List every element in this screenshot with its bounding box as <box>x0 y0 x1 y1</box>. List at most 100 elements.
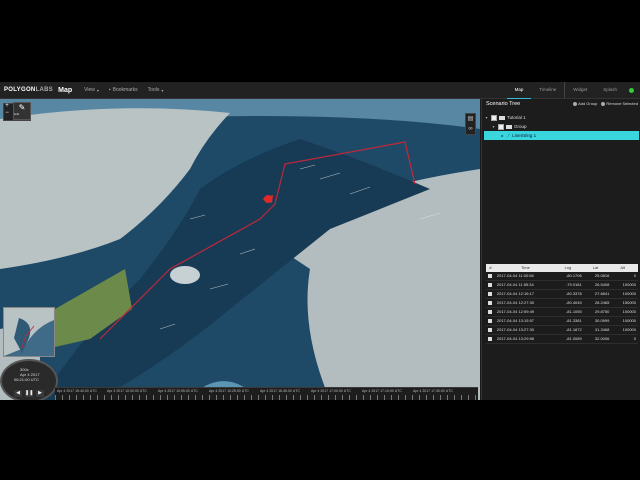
zoom-in-button[interactable]: + <box>3 103 11 109</box>
table-cell: 27.6841 <box>594 291 610 296</box>
table-cell: 2017-04-04 12:27:30 <box>496 300 535 305</box>
zoom-out-button[interactable]: − <box>3 110 11 116</box>
table-header: # Time Lng Lat Alt <box>486 264 638 272</box>
link-icon[interactable]: ∞ <box>466 124 475 134</box>
row-checkbox[interactable] <box>486 335 495 343</box>
checkbox-icon[interactable] <box>488 273 493 278</box>
checkbox-icon[interactable] <box>488 291 493 296</box>
row-checkbox[interactable] <box>486 326 495 334</box>
scenario-tree: ▾ Tutorial 1 ▾ Group ▸ ⟋ LineString 1 <box>484 113 639 140</box>
remove-icon <box>601 101 606 106</box>
table-cell: 100000 <box>622 327 636 332</box>
table-cell: 2017-04-04 11:55:34 <box>496 282 534 287</box>
tree-item-group[interactable]: ▾ Group <box>484 122 639 131</box>
timeline-label: Apr 4 2017 10:25:00 UTC <box>209 389 249 393</box>
table-cell: 32.0006 <box>594 336 610 341</box>
map-canvas <box>0 99 480 400</box>
pencil-icon: ✎ <box>18 103 26 112</box>
folder-icon <box>499 115 505 120</box>
table-cell: -81.0089 <box>565 336 582 341</box>
map-viewport[interactable]: + − ✎ Edit ▤ ∞ Minutes 300x Apr 4 2017 0… <box>0 99 480 400</box>
timeline-label: Apr 4 2017 17:30:00 UTC <box>413 389 453 393</box>
menu-tools[interactable]: Tools ▾ <box>148 87 164 93</box>
col-time[interactable]: Time <box>495 264 554 272</box>
table-row[interactable]: 2017-04-04 12:59:49 -81.1055 29.8750 100000 <box>486 308 638 317</box>
edit-label: Edit <box>14 112 20 116</box>
checkbox-icon[interactable] <box>488 309 493 314</box>
tree-checkbox[interactable] <box>491 114 497 121</box>
checkbox-icon[interactable] <box>488 336 493 341</box>
menu-bookmarks[interactable]: ▪ Bookmarks <box>109 87 138 93</box>
table-cell: 30.0999 <box>594 318 610 323</box>
tab-map[interactable]: Map <box>506 82 532 99</box>
table-body: 2017-04-04 11:00:56 -80.1706 25.0816 0 2017-… <box>486 272 638 344</box>
table-cell: -80.3378 <box>565 291 582 296</box>
table-cell: 2017-04-04 12:59:49 <box>496 309 535 314</box>
col-lng[interactable]: Lng <box>554 264 582 272</box>
tree-label: Tutorial 1 <box>507 115 526 120</box>
table-row[interactable]: 2017-04-04 11:00:56 -80.1706 25.0816 0 <box>486 272 638 281</box>
layers-icon[interactable]: ▤ <box>466 114 475 124</box>
col-lat[interactable]: Lat <box>582 264 610 272</box>
chevron-down-icon: ▾ <box>96 87 99 93</box>
row-checkbox[interactable] <box>486 299 495 307</box>
add-icon <box>573 101 578 106</box>
table-cell: -80.4045 <box>565 300 582 305</box>
panel-actions: Add Group Remove Selected <box>573 101 638 106</box>
checkbox-icon[interactable] <box>488 327 493 332</box>
tab-timeline[interactable]: Timeline <box>531 82 564 98</box>
tree-item-linestring[interactable]: ▸ ⟋ LineString 1 <box>484 131 639 140</box>
add-group-button[interactable]: Add Group <box>573 101 597 106</box>
tree-item-tutorial[interactable]: ▾ Tutorial 1 <box>484 113 639 122</box>
checkbox-icon[interactable] <box>488 282 493 287</box>
menu-bar: POLYGONLABS Map View ▾ ▪ Bookmarks Tools ▾ … <box>0 82 640 99</box>
clock-time: 06:21:00 UTC <box>14 377 39 382</box>
col-alt[interactable]: Alt <box>609 264 638 272</box>
pause-icon[interactable]: ❚❚ <box>25 390 33 397</box>
table-cell: -81.1872 <box>565 327 582 332</box>
timeline-label: Apr 4 2017 15:40:00 UTC <box>57 389 97 393</box>
checkbox-icon[interactable] <box>488 318 493 323</box>
row-checkbox[interactable] <box>486 272 495 280</box>
edit-button[interactable]: ✎ <box>13 102 31 120</box>
table-row[interactable]: 2017-04-04 11:55:34 -79.0181 26.5408 100000 <box>486 281 638 290</box>
table-cell: 29.8750 <box>594 309 610 314</box>
expand-icon[interactable]: ▾ <box>491 122 496 131</box>
table-row[interactable]: 2017-04-04 12:16:17 -80.3378 27.6841 100000 <box>486 290 638 299</box>
view-tabs: Map Timeline Widget Splash <box>506 82 634 99</box>
table-row[interactable]: 2017-04-04 13:27:30 -81.1872 31.3468 100000 <box>486 326 638 335</box>
timeline-bar[interactable]: Apr 4 2017 15:40:00 UTC Apr 4 2017 10:00… <box>55 387 478 400</box>
table-row[interactable]: 2017-04-04 12:27:30 -80.4045 28.2465 150000 <box>486 299 638 308</box>
table-row[interactable]: 2017-04-04 13:15:57 -81.3381 30.0999 100000 <box>486 317 638 326</box>
line-icon: ⟋ <box>507 133 511 138</box>
bookmark-icon: ▪ <box>108 87 111 93</box>
checkbox-icon[interactable] <box>488 300 493 305</box>
play-icon[interactable]: ▶ <box>36 390 44 397</box>
status-indicator <box>629 87 634 93</box>
row-checkbox[interactable] <box>486 317 495 325</box>
rewind-icon[interactable]: ◀ <box>14 390 22 397</box>
tree-checkbox[interactable] <box>498 123 504 130</box>
table-cell: 26.5408 <box>594 282 610 287</box>
row-checkbox[interactable] <box>486 281 495 289</box>
remove-selected-button[interactable]: Remove Selected <box>601 101 638 106</box>
table-row[interactable]: 2017-04-04 13:29:56 -81.0089 32.0006 0 <box>486 335 638 344</box>
timeline-label: Apr 4 2017 10:05:00 UTC <box>158 389 198 393</box>
tab-widget[interactable]: Widget <box>564 82 595 98</box>
row-checkbox[interactable] <box>486 308 495 316</box>
app-window: POLYGONLABS Map View ▾ ▪ Bookmarks Tools ▾ … <box>0 82 640 400</box>
table-cell: 2017-04-04 13:29:56 <box>496 336 535 341</box>
timeline-label: Apr 4 2017 17:00:00 UTC <box>311 389 351 393</box>
table-cell: 100000 <box>622 291 636 296</box>
expand-icon[interactable]: ▾ <box>484 113 489 122</box>
timeline-ticks <box>55 395 478 400</box>
table-cell: 25.0816 <box>594 273 610 278</box>
tab-splash[interactable]: Splash <box>595 82 625 98</box>
table-cell: 150000 <box>622 300 636 305</box>
minimap[interactable] <box>3 307 55 357</box>
table-cell: -79.0181 <box>565 282 582 287</box>
row-checkbox[interactable] <box>486 290 495 298</box>
expand-icon[interactable]: ▸ <box>500 131 505 140</box>
table-cell: -81.1055 <box>565 309 582 314</box>
menu-view[interactable]: View ▾ <box>84 87 99 93</box>
